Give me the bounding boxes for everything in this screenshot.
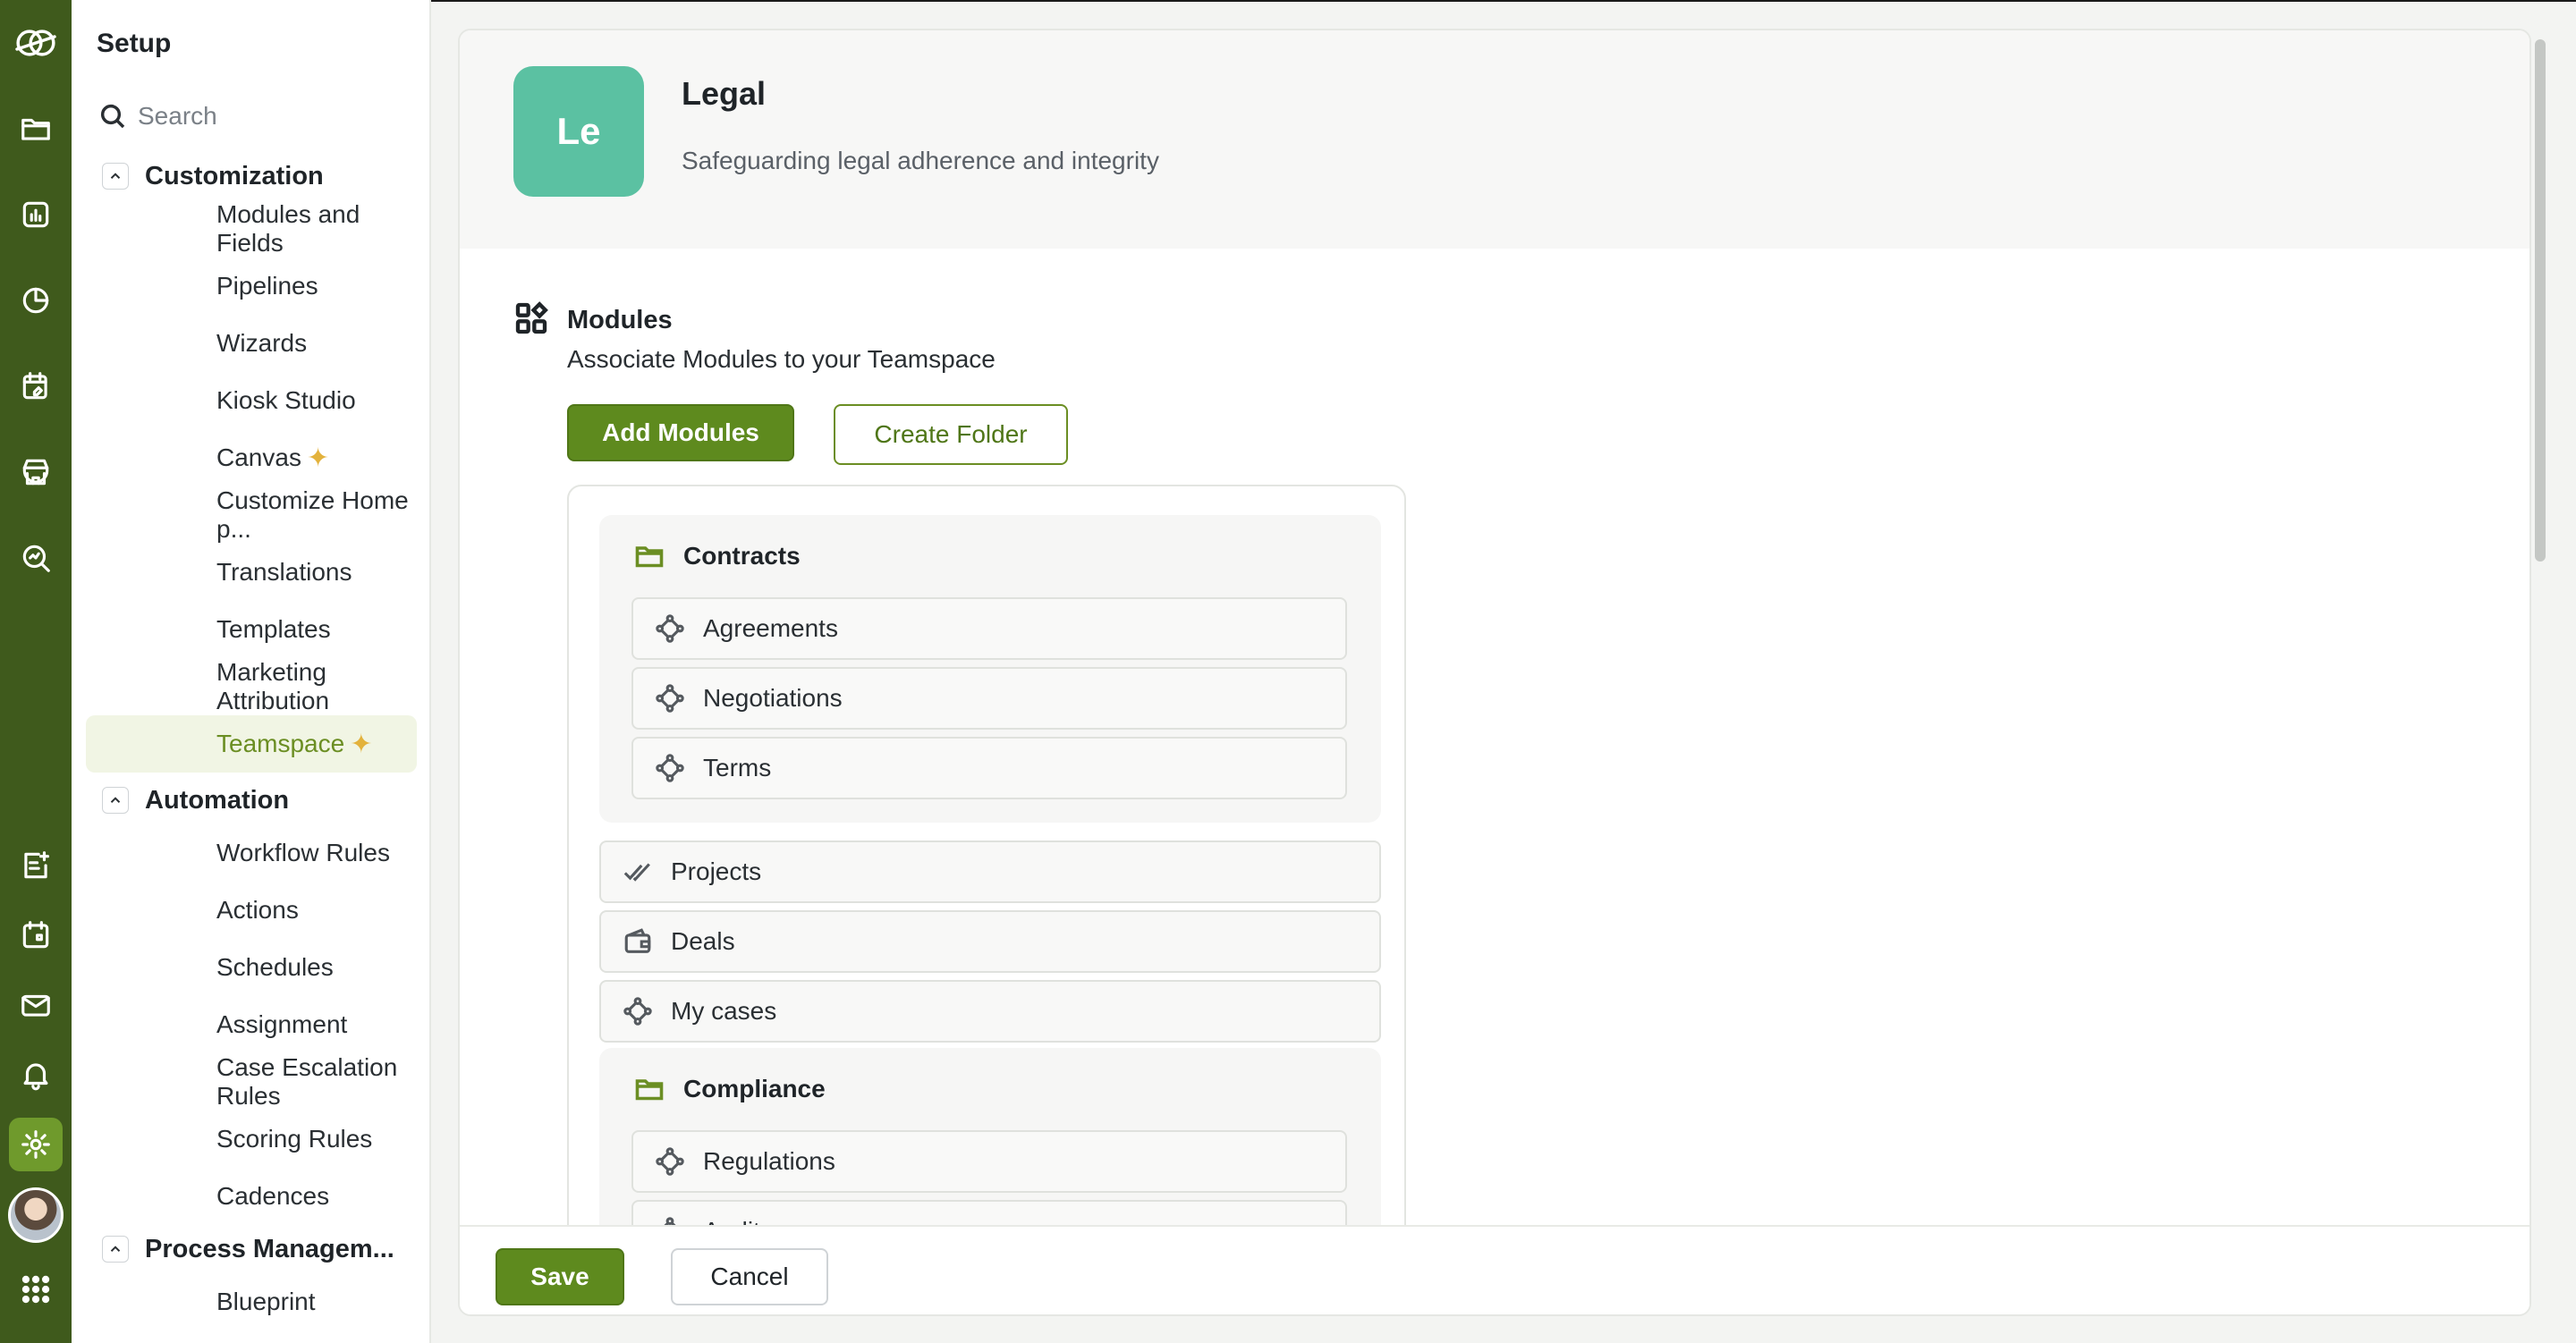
calendar-icon[interactable] xyxy=(9,908,63,962)
save-button[interactable]: Save xyxy=(496,1248,624,1305)
modules-title: Modules xyxy=(567,306,673,334)
module-icon xyxy=(656,684,684,713)
sidebar-search[interactable]: Search xyxy=(98,102,217,131)
section-customization[interactable]: Customization xyxy=(72,152,429,200)
sidebar-item-pipelines[interactable]: Pipelines xyxy=(72,258,429,315)
section-label: Automation xyxy=(145,785,290,815)
folder-icon[interactable] xyxy=(9,102,63,156)
add-note-icon[interactable] xyxy=(9,839,63,892)
mail-icon[interactable] xyxy=(9,978,63,1032)
icon-rail xyxy=(0,0,72,1343)
module-label: Projects xyxy=(671,857,762,885)
sidebar-item-label: Teamspace xyxy=(216,730,345,757)
chevron-up-icon[interactable] xyxy=(102,163,129,190)
sidebar-item-assignment[interactable]: Assignment xyxy=(72,996,429,1053)
sidebar-item-actions[interactable]: Actions xyxy=(72,882,429,939)
folder-header: Compliance xyxy=(633,1073,826,1105)
section-automation[interactable]: Automation xyxy=(72,776,429,824)
folder-contracts[interactable]: Contracts Agreements Negotiations Terms xyxy=(599,515,1381,823)
double-check-icon xyxy=(623,863,650,882)
sparkle-icon: ✦ xyxy=(350,729,373,759)
gear-icon[interactable] xyxy=(9,1118,63,1171)
sidebar-title: Setup xyxy=(97,29,172,58)
sidebar-item-templates[interactable]: Templates xyxy=(72,601,429,658)
modules-list[interactable]: Contracts Agreements Negotiations Terms xyxy=(567,485,1406,1314)
analytics-icon[interactable] xyxy=(9,274,63,327)
module-label: Negotiations xyxy=(703,684,843,712)
sidebar-list: Customization Modules and Fields Pipelin… xyxy=(72,152,429,1330)
apps-grid-icon[interactable] xyxy=(9,1263,63,1316)
teamspace-header: Le Legal Safeguarding legal adherence an… xyxy=(460,30,2529,249)
chevron-up-icon[interactable] xyxy=(102,787,129,814)
module-icon xyxy=(656,754,684,782)
cancel-button[interactable]: Cancel xyxy=(671,1248,828,1305)
search-icon xyxy=(100,104,125,129)
sidebar-item-schedules[interactable]: Schedules xyxy=(72,939,429,996)
bell-icon[interactable] xyxy=(9,1048,63,1102)
create-folder-button[interactable]: Create Folder xyxy=(834,404,1068,465)
main-content: Le Legal Safeguarding legal adherence an… xyxy=(431,0,2576,1343)
sidebar-item-canvas[interactable]: Canvas ✦ xyxy=(72,429,429,486)
modules-subtitle: Associate Modules to your Teamspace xyxy=(567,345,996,373)
module-label: Regulations xyxy=(703,1147,835,1175)
sidebar-item-translations[interactable]: Translations xyxy=(72,544,429,601)
setup-sidebar: Setup Search Customization Modules and F… xyxy=(72,0,431,1343)
teamspace-badge: Le xyxy=(513,66,644,197)
module-icon xyxy=(656,1147,684,1176)
sidebar-item-marketing-attribution[interactable]: Marketing Attribution xyxy=(72,658,429,715)
scrollbar-thumb[interactable] xyxy=(2535,39,2546,562)
form-footer: Save Cancel xyxy=(460,1225,2529,1314)
logo-icon[interactable] xyxy=(9,16,63,70)
teamspace-card: Le Legal Safeguarding legal adherence an… xyxy=(458,29,2531,1316)
rail-bottom xyxy=(0,839,72,1332)
report-icon[interactable] xyxy=(9,188,63,241)
section-process-management[interactable]: Process Managem... xyxy=(72,1225,429,1273)
sparkle-icon: ✦ xyxy=(306,443,330,473)
section-label: Process Managem... xyxy=(145,1234,394,1263)
folder-name: Contracts xyxy=(683,542,801,570)
sidebar-item-teamspace[interactable]: Teamspace ✦ xyxy=(86,715,417,773)
search-analytics-icon[interactable] xyxy=(9,531,63,585)
folder-name: Compliance xyxy=(683,1075,826,1102)
module-row-terms[interactable]: Terms xyxy=(631,737,1347,799)
modules-icon xyxy=(513,300,549,336)
module-icon xyxy=(656,614,684,643)
sidebar-item-kiosk-studio[interactable]: Kiosk Studio xyxy=(72,372,429,429)
sidebar-item-label: Canvas xyxy=(216,443,301,471)
app-shell: Setup Search Customization Modules and F… xyxy=(0,0,2576,1343)
folder-header: Contracts xyxy=(633,540,801,572)
add-modules-button[interactable]: Add Modules xyxy=(567,404,794,461)
wallet-icon xyxy=(624,928,651,953)
module-label: Terms xyxy=(703,754,772,781)
section-label: Customization xyxy=(145,161,324,190)
sidebar-item-case-escalation-rules[interactable]: Case Escalation Rules xyxy=(72,1053,429,1111)
module-label: Deals xyxy=(671,927,735,955)
search-input[interactable]: Search xyxy=(138,102,217,131)
module-row-agreements[interactable]: Agreements xyxy=(631,597,1347,660)
folder-icon xyxy=(635,546,664,568)
sidebar-item-scoring-rules[interactable]: Scoring Rules xyxy=(72,1111,429,1168)
module-row-projects[interactable]: Projects xyxy=(599,840,1381,903)
module-row-deals[interactable]: Deals xyxy=(599,910,1381,973)
planner-icon[interactable] xyxy=(9,359,63,413)
module-icon xyxy=(623,997,652,1026)
folder-icon xyxy=(635,1079,664,1101)
teamspace-name: Legal xyxy=(682,75,767,112)
marketplace-icon[interactable] xyxy=(9,445,63,499)
sidebar-item-cadences[interactable]: Cadences xyxy=(72,1168,429,1225)
module-row-regulations[interactable]: Regulations xyxy=(631,1130,1347,1193)
sidebar-item-wizards[interactable]: Wizards xyxy=(72,315,429,372)
sidebar-item-workflow-rules[interactable]: Workflow Rules xyxy=(72,824,429,882)
module-row-negotiations[interactable]: Negotiations xyxy=(631,667,1347,730)
avatar[interactable] xyxy=(8,1187,64,1243)
module-label: Agreements xyxy=(703,614,838,642)
module-row-my-cases[interactable]: My cases xyxy=(599,980,1381,1043)
chevron-up-icon[interactable] xyxy=(102,1236,129,1263)
sidebar-item-customize-home-page[interactable]: Customize Home p... xyxy=(72,486,429,544)
module-label: My cases xyxy=(671,997,777,1025)
sidebar-item-blueprint[interactable]: Blueprint xyxy=(72,1273,429,1330)
teamspace-description: Safeguarding legal adherence and integri… xyxy=(682,147,1159,174)
sidebar-item-modules-and-fields[interactable]: Modules and Fields xyxy=(72,200,429,258)
